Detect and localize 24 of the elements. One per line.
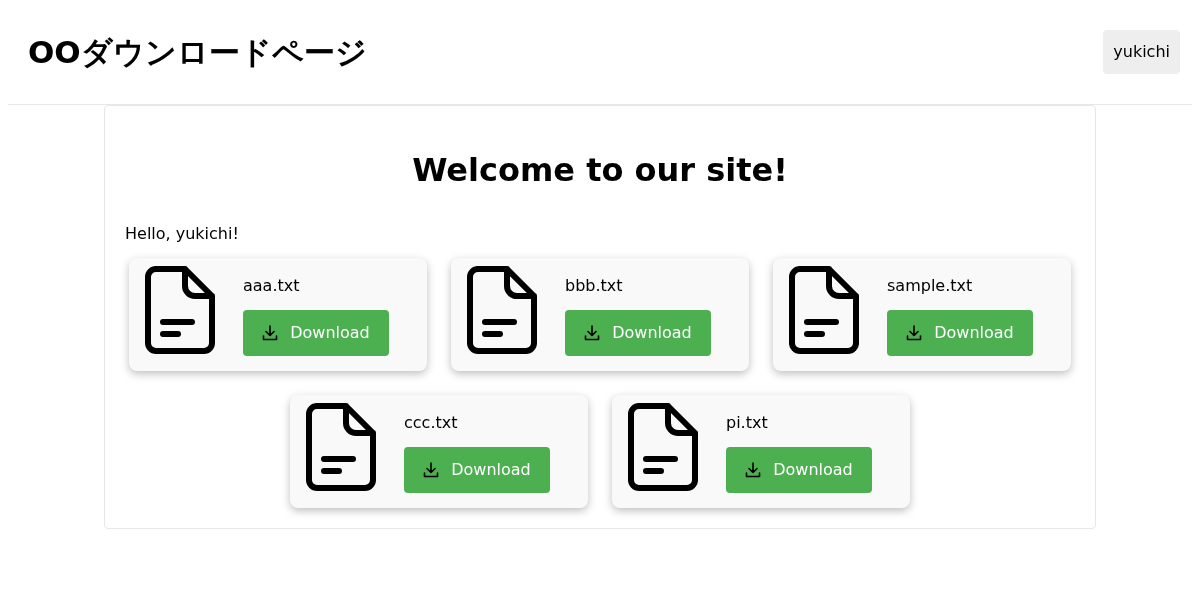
file-name: sample.txt	[887, 275, 973, 297]
download-button[interactable]: Download	[243, 310, 389, 356]
document-icon	[628, 403, 698, 491]
file-name: aaa.txt	[243, 275, 300, 297]
greeting-text: Hello, yukichi!	[125, 223, 240, 245]
download-button[interactable]: Download	[726, 447, 872, 493]
file-name: ccc.txt	[404, 412, 458, 434]
document-icon	[145, 266, 215, 354]
download-button[interactable]: Download	[565, 310, 711, 356]
welcome-heading: Welcome to our site!	[411, 150, 789, 191]
file-name: pi.txt	[726, 412, 768, 434]
file-name: bbb.txt	[565, 275, 623, 297]
document-icon	[306, 403, 376, 491]
download-icon	[423, 462, 440, 478]
page-title: OOダウンロードページ	[28, 32, 367, 72]
document-icon	[467, 266, 537, 354]
user-button[interactable]: yukichi	[1103, 30, 1180, 74]
download-button[interactable]: Download	[887, 310, 1033, 356]
download-icon	[262, 325, 279, 341]
document-icon	[789, 266, 859, 354]
download-icon	[584, 325, 601, 341]
download-icon	[745, 462, 762, 478]
download-icon	[906, 325, 923, 341]
download-button[interactable]: Download	[404, 447, 550, 493]
